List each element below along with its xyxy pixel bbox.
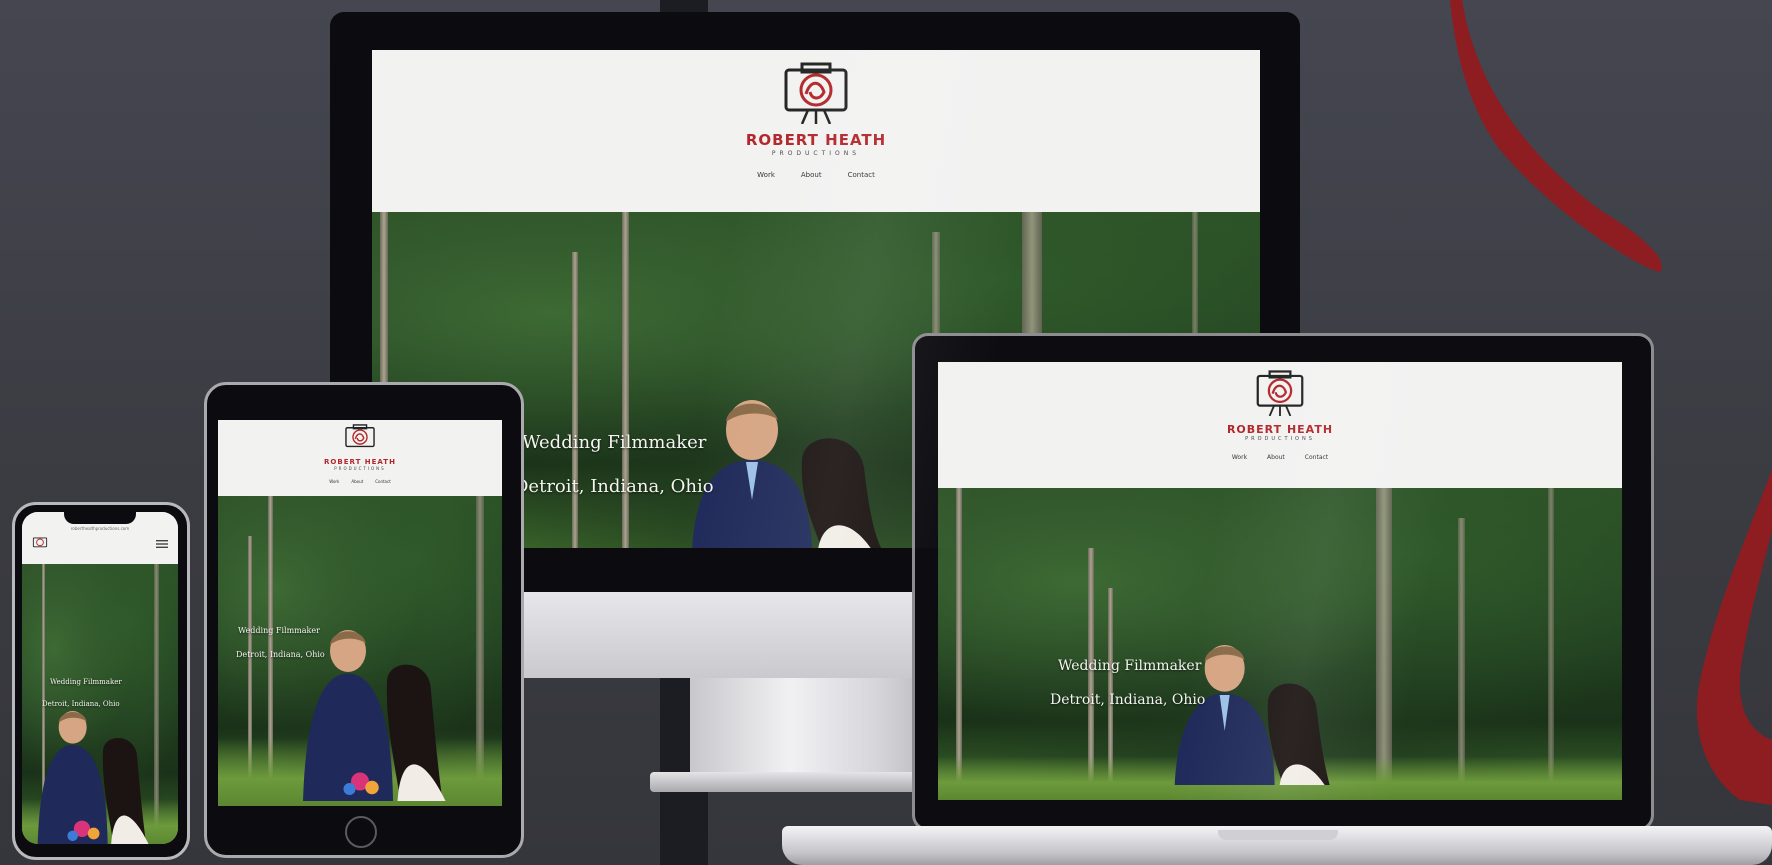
tablet-screen: ROBERT HEATH PRODUCTIONS Work About Cont… <box>218 420 502 806</box>
laptop-notch <box>1218 830 1338 840</box>
phone-notch <box>64 512 136 524</box>
nav-item-work[interactable]: Work <box>1232 454 1247 461</box>
nav-item-contact[interactable]: Contact <box>1305 454 1328 461</box>
site-header: ROBERT HEATH PRODUCTIONS Work About Cont… <box>218 420 502 496</box>
nav-item-about[interactable]: About <box>351 479 363 484</box>
hero-image: Wedding Filmmaker Detroit, Indiana, Ohio <box>218 496 502 806</box>
hero-image: Wedding Filmmaker Detroit, Indiana, Ohio <box>22 564 178 844</box>
hamburger-icon[interactable] <box>156 540 168 548</box>
site-header: ROBERT HEATH PRODUCTIONS Work About Cont… <box>938 362 1622 488</box>
camera-monogram-icon <box>784 62 848 125</box>
site-nav: Work About Contact <box>218 479 502 484</box>
camera-monogram-icon <box>32 537 48 548</box>
site-header: ROBERT HEATH PRODUCTIONS Work About Cont… <box>372 50 1260 212</box>
couple-photo <box>692 400 882 548</box>
nav-item-about[interactable]: About <box>1267 454 1285 461</box>
imac-stand <box>690 678 940 778</box>
site-nav: Work About Contact <box>938 454 1622 461</box>
brand-name: ROBERT HEATH <box>324 458 396 466</box>
hero-locations: Detroit, Indiana, Ohio <box>42 700 120 708</box>
hero-locations: Detroit, Indiana, Ohio <box>1050 692 1206 708</box>
nav-item-about[interactable]: About <box>801 171 822 179</box>
hero-headline: Wedding Filmmaker <box>50 678 122 686</box>
brand-name: ROBERT HEATH <box>1226 423 1334 436</box>
laptop-screen: ROBERT HEATH PRODUCTIONS Work About Cont… <box>938 362 1622 800</box>
camera-monogram-icon <box>345 424 375 448</box>
nav-item-contact[interactable]: Contact <box>375 479 391 484</box>
couple-photo <box>303 630 446 801</box>
couple-photo <box>1174 645 1330 785</box>
hero-headline: Wedding Filmmaker <box>522 432 707 453</box>
phone-screen: roberthealthproductions.com Wedding Film… <box>22 512 178 844</box>
site-nav: Work About Contact <box>372 171 1260 179</box>
address-bar[interactable]: roberthealthproductions.com <box>22 526 178 531</box>
nav-item-work[interactable]: Work <box>329 479 339 484</box>
tablet-home-button[interactable] <box>345 816 377 848</box>
brand-tagline: PRODUCTIONS <box>771 150 861 157</box>
brand-tagline: PRODUCTIONS <box>1245 436 1315 442</box>
camera-monogram-icon <box>1256 370 1304 417</box>
hero-locations: Detroit, Indiana, Ohio <box>236 650 325 659</box>
hero-headline: Wedding Filmmaker <box>1058 658 1202 674</box>
brand-name: ROBERT HEATH <box>745 131 887 149</box>
hero-locations: Detroit, Indiana, Ohio <box>514 476 714 497</box>
nav-item-contact[interactable]: Contact <box>848 171 875 179</box>
nav-item-work[interactable]: Work <box>757 171 775 179</box>
hero-headline: Wedding Filmmaker <box>238 626 320 635</box>
brand-tagline: PRODUCTIONS <box>334 466 386 471</box>
hero-image: Wedding Filmmaker Detroit, Indiana, Ohio <box>938 488 1622 800</box>
mockup-stage: ROBERT HEATH PRODUCTIONS Work About Cont… <box>0 0 1772 865</box>
couple-photo <box>37 711 149 844</box>
